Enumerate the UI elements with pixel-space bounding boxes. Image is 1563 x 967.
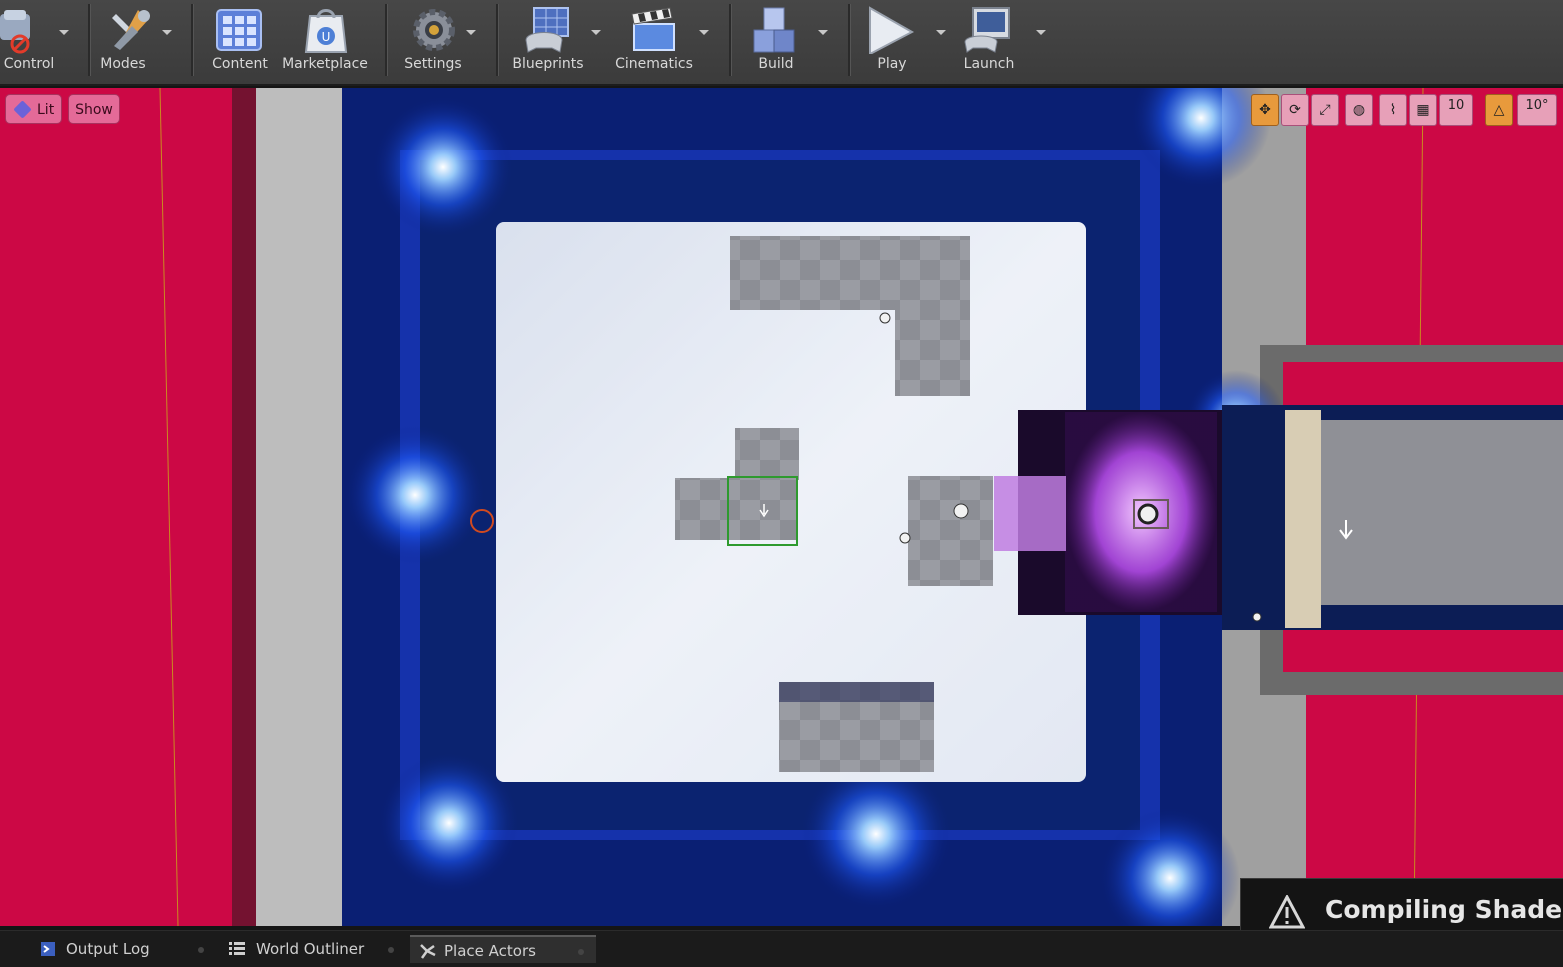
build-blocks-icon [753,7,795,53]
tab-label: Place Actors [444,942,536,960]
play-button[interactable]: Play [858,0,950,84]
blueprints-gamepad-icon [525,7,569,53]
content-button[interactable]: Content [205,0,275,84]
bottom-tab-bar: Output Log World Outliner Place Actors [0,930,1563,967]
show-label: Show [75,102,113,118]
svg-text:U: U [322,30,331,44]
cinematics-clapper-icon [631,7,675,51]
toolbar-label: Build [758,56,794,72]
marketplace-bag-icon: U [304,9,348,53]
lit-label: Lit [37,102,55,118]
notification-text: Compiling Shaders ( [1325,895,1563,924]
surface-snap-icon: ⌇ [1389,102,1397,118]
grid-snap-value[interactable]: 10 [1439,94,1473,126]
rotation-snap-value[interactable]: 10° [1517,94,1557,126]
angle-icon: △ [1493,102,1505,118]
rotate-mode-button[interactable]: ⟳ [1281,94,1309,126]
chevron-down-icon[interactable] [936,30,946,35]
grid-icon: ▦ [1416,102,1430,118]
toolbar-label: Cinematics [615,56,693,72]
marketplace-button[interactable]: U Marketplace [280,0,370,84]
toolbar-label: Launch [963,56,1015,72]
tab-world-outliner[interactable]: World Outliner [220,935,400,963]
output-log-icon [41,942,55,956]
close-tab-icon[interactable] [388,947,394,953]
play-triangle-icon [869,6,915,54]
surface-snapping-button[interactable]: ⌇ [1379,94,1407,126]
close-tab-icon[interactable] [198,947,204,953]
main-toolbar: Control Modes Content U Marketplace Sett… [0,0,1563,86]
tab-place-actors[interactable]: Place Actors [410,935,596,963]
show-flags-button[interactable]: Show [68,94,120,124]
scale-mode-button[interactable]: ⤢ [1311,94,1339,126]
source-control-icon [0,10,30,54]
rotation-snap-toggle[interactable]: △ [1485,94,1513,126]
viewport-scene [159,88,1563,926]
translate-mode-button[interactable]: ✥ [1251,94,1279,126]
globe-icon: ◍ [1352,102,1366,118]
chevron-down-icon[interactable] [591,30,601,35]
source-control-button[interactable]: Control [0,0,78,84]
toolbar-label: Control [3,56,55,72]
scale-icon: ⤢ [1319,102,1331,118]
move-arrows-icon: ✥ [1259,102,1271,118]
build-button[interactable]: Build [740,0,836,84]
toolbar-label: Modes [100,56,146,72]
launch-device-icon [964,7,1010,53]
grid-snap-toggle[interactable]: ▦ [1409,94,1437,126]
grid-snap-value-label: 10 [1447,98,1465,113]
warning-icon [1269,895,1305,929]
transform-toolbar: ✥ ⟳ ⤢ ◍ ⌇ ▦ 10 △ 10° [1251,94,1561,126]
level-viewport[interactable]: Lit Show ✥ ⟳ ⤢ ◍ ⌇ ▦ 10 △ 10° [0,88,1563,926]
chevron-down-icon[interactable] [1036,30,1046,35]
launch-button[interactable]: Launch [955,0,1047,84]
settings-button[interactable]: Settings [398,0,488,84]
toolbar-divider [191,4,194,76]
chevron-down-icon[interactable] [699,30,709,35]
content-grid-icon [216,9,262,51]
tab-output-log[interactable]: Output Log [30,935,210,963]
rotation-snap-value-label: 10° [1525,98,1549,113]
world-outliner-icon [229,942,245,955]
cinematics-button[interactable]: Cinematics [612,0,716,84]
toolbar-label: Settings [404,56,462,72]
blueprints-button[interactable]: Blueprints [508,0,608,84]
rotate-icon: ⟳ [1289,102,1301,118]
cube-icon [13,100,32,119]
toolbar-label: Content [212,56,268,72]
place-actors-icon [420,944,436,959]
toolbar-label: Blueprints [512,56,584,72]
tab-label: Output Log [66,940,150,958]
toolbar-label: Marketplace [282,56,368,72]
chevron-down-icon[interactable] [466,30,476,35]
tab-label: World Outliner [256,940,365,958]
chevron-down-icon[interactable] [818,30,828,35]
modes-button[interactable]: Modes [98,0,178,84]
chevron-down-icon[interactable] [162,30,172,35]
modes-tools-icon [112,10,150,50]
close-tab-icon[interactable] [578,949,584,955]
toolbar-label: Play [877,56,907,72]
coordinate-system-button[interactable]: ◍ [1345,94,1373,126]
lit-view-mode-button[interactable]: Lit [5,94,62,124]
chevron-down-icon[interactable] [59,30,69,35]
settings-gears-icon [413,9,455,51]
